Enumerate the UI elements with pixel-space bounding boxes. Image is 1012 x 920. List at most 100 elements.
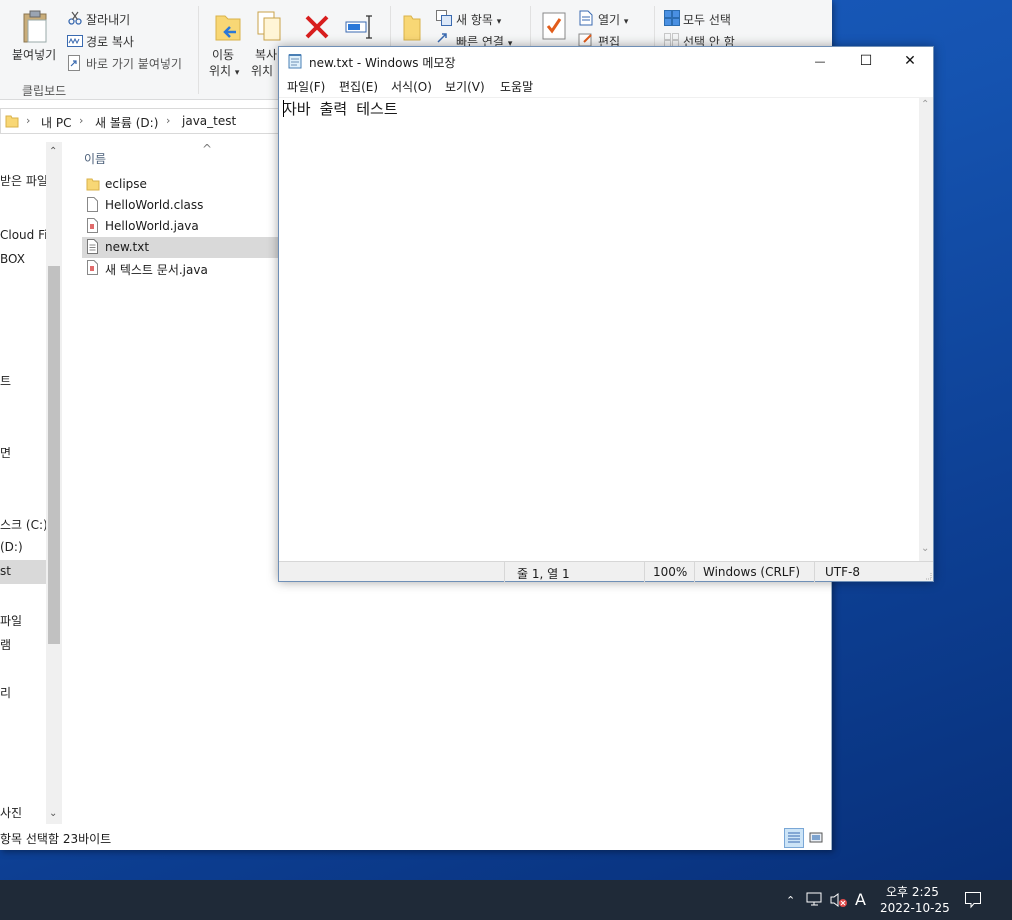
paste-shortcut-icon[interactable]	[68, 55, 80, 71]
minimize-icon: —	[814, 54, 826, 68]
menu-format[interactable]: 서식(O)	[391, 78, 432, 95]
clock-date[interactable]: 2022-10-25	[880, 901, 950, 915]
scroll-down-icon[interactable]: ⌄	[921, 543, 929, 554]
copy-to-button[interactable]: 복사	[255, 46, 277, 63]
ime-indicator[interactable]: A	[855, 890, 866, 909]
close-button[interactable]: ✕	[887, 47, 933, 75]
paste-icon[interactable]	[22, 10, 50, 44]
volume-muted-icon[interactable]	[830, 892, 848, 908]
open-icon[interactable]	[578, 10, 594, 26]
close-icon: ✕	[904, 53, 916, 69]
cut-button[interactable]: 잘라내기	[86, 11, 130, 28]
menu-file[interactable]: 파일(F)	[287, 78, 325, 95]
select-all-button[interactable]: 모두 선택	[683, 11, 731, 28]
nav-item[interactable]: BOX	[0, 252, 25, 266]
easy-access-icon[interactable]	[436, 32, 452, 46]
breadcrumb-separator: ›	[26, 114, 31, 127]
folder-icon	[86, 178, 100, 191]
open-button[interactable]: 열기 ▾	[598, 11, 628, 28]
nav-item[interactable]: 트	[0, 372, 11, 389]
breadcrumb-item[interactable]: java_test	[182, 114, 236, 128]
menu-edit[interactable]: 편집(E)	[339, 78, 378, 95]
properties-icon[interactable]	[542, 12, 566, 40]
nav-item[interactable]: (D:)	[0, 540, 23, 554]
nav-item[interactable]: 스크 (C:)	[0, 516, 48, 533]
new-item-button[interactable]: 새 항목 ▾	[456, 11, 501, 28]
maximize-button[interactable]: ☐	[843, 47, 889, 75]
menu-view[interactable]: 보기(V)	[445, 78, 485, 95]
menu-help[interactable]: 도움말	[500, 78, 533, 95]
column-header-name[interactable]: 이름	[84, 150, 106, 167]
nav-item[interactable]: st	[0, 564, 11, 578]
nav-item[interactable]: 면	[0, 444, 11, 461]
new-folder-icon[interactable]	[402, 14, 422, 42]
copy-path-icon[interactable]	[67, 35, 83, 47]
breadcrumb-item[interactable]: 내 PC	[41, 114, 71, 131]
breadcrumb-item[interactable]: 새 볼륨 (D:)	[95, 114, 158, 131]
window-title: new.txt - Windows 메모장	[309, 56, 456, 70]
java-file-icon	[87, 260, 98, 275]
resize-grip-icon[interactable]	[922, 570, 932, 580]
clock-time[interactable]: 오후 2:25	[886, 883, 939, 900]
minimize-button[interactable]: —	[797, 47, 843, 75]
maximize-icon: ☐	[859, 53, 873, 69]
address-input[interactable]: › 내 PC › 새 볼륨 (D:) › java_test	[0, 108, 290, 134]
text-caret	[283, 100, 284, 117]
paste-button[interactable]: 붙여넣기	[12, 46, 56, 63]
copy-to-label-line2[interactable]: 위치	[251, 62, 273, 79]
notepad-icon	[288, 54, 302, 69]
edit-icon[interactable]	[578, 33, 594, 47]
copy-to-icon[interactable]	[256, 10, 282, 42]
details-view-button[interactable]	[784, 828, 804, 848]
file-row-selected[interactable]: new.txt	[82, 237, 282, 258]
delete-icon[interactable]	[304, 14, 330, 40]
breadcrumb-separator: ›	[79, 114, 84, 127]
rename-icon[interactable]	[345, 14, 375, 40]
nav-scroll-thumb[interactable]	[48, 266, 60, 644]
nav-item[interactable]: 사진	[0, 804, 22, 821]
notification-icon[interactable]	[964, 891, 982, 909]
file-name: eclipse	[105, 177, 147, 191]
nav-item[interactable]: 파일	[0, 612, 22, 629]
nav-scrollbar[interactable]: ⌃ ⌄	[46, 142, 62, 824]
file-row[interactable]: HelloWorld.class	[82, 195, 282, 216]
scroll-down-icon[interactable]: ⌄	[49, 808, 57, 819]
file-row[interactable]: HelloWorld.java	[82, 216, 282, 237]
editor-vertical-scrollbar[interactable]: ⌃ ⌄	[919, 97, 933, 561]
network-icon[interactable]	[806, 892, 824, 908]
scroll-up-icon[interactable]: ⌃	[49, 146, 57, 157]
scroll-up-icon[interactable]: ⌃	[921, 99, 929, 110]
cursor-position: 줄 1, 열 1	[504, 562, 644, 582]
move-to-button[interactable]: 이동	[212, 46, 234, 63]
move-to-icon[interactable]	[214, 12, 242, 42]
text-editor[interactable]: 자바 출력 테스트	[279, 97, 919, 561]
paste-shortcut-button[interactable]: 바로 가기 붙여넣기	[86, 55, 182, 72]
nav-item[interactable]: 받은 파일	[0, 172, 48, 189]
move-to-label-line2[interactable]: 위치 ▾	[209, 62, 239, 79]
notepad-window: new.txt - Windows 메모장 — ☐ ✕ 파일(F) 편집(E) …	[278, 46, 934, 582]
notepad-title-bar[interactable]: new.txt - Windows 메모장 — ☐ ✕	[279, 47, 933, 75]
file-row[interactable]: eclipse	[82, 174, 282, 195]
select-none-icon[interactable]	[664, 33, 680, 47]
large-icons-view-button[interactable]	[806, 828, 826, 848]
new-item-icon[interactable]	[436, 10, 452, 26]
editor-content: 자바 출력 테스트	[283, 100, 398, 118]
folder-icon	[5, 115, 19, 128]
show-hidden-icons-icon[interactable]: ⌃	[786, 894, 795, 907]
select-all-icon[interactable]	[664, 10, 680, 26]
zoom-level: 100%	[644, 562, 694, 582]
line-ending: Windows (CRLF)	[694, 562, 814, 582]
cut-icon[interactable]	[68, 11, 82, 25]
nav-item[interactable]: 리	[0, 684, 11, 701]
details-view-icon	[788, 832, 800, 843]
file-icon	[87, 197, 98, 212]
encoding: UTF-8	[814, 562, 920, 582]
file-row[interactable]: 새 텍스트 문서.java	[82, 258, 282, 279]
sort-ascending-icon: ^	[202, 142, 213, 156]
taskbar: ⌃ A 오후 2:25 2022-10-25	[0, 880, 1012, 920]
nav-item[interactable]: 램	[0, 636, 11, 653]
file-name: 새 텍스트 문서.java	[105, 263, 208, 277]
clipboard-group: 붙여넣기 잘라내기 경로 복사 바로 가기 붙여넣기 클립보드	[0, 0, 196, 100]
copy-path-button[interactable]: 경로 복사	[86, 33, 134, 50]
breadcrumb-separator: ›	[166, 114, 171, 127]
